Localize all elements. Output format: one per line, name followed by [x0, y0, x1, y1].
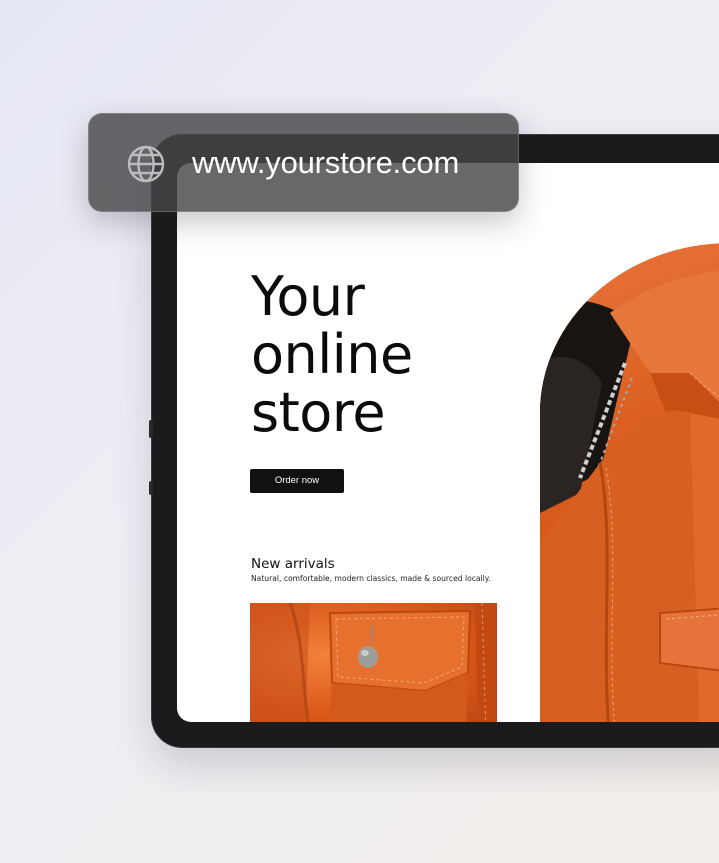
tablet-side-button [149, 481, 153, 495]
globe-icon [127, 145, 165, 183]
tablet-side-button [149, 420, 153, 438]
url-text: www.yourstore.com [192, 145, 460, 180]
hero-title-line: online [251, 323, 413, 386]
new-arrivals-subtitle: Natural, comfortable, modern classics, m… [251, 574, 491, 583]
jacket-pocket-image [250, 603, 497, 722]
product-photo[interactable] [250, 603, 497, 722]
hero-title: Your online store [251, 268, 413, 442]
store-page-screen: Your online store Order now New arrivals… [177, 163, 719, 722]
hero-title-line: store [251, 381, 386, 444]
orange-jacket-model-image [540, 271, 719, 722]
order-now-button[interactable]: Order now [250, 469, 344, 493]
hero-photo [540, 243, 719, 722]
tablet-device: Your online store Order now New arrivals… [149, 135, 719, 747]
hero-title-line: Your [251, 265, 365, 328]
new-arrivals-title: New arrivals [251, 556, 335, 572]
url-bar[interactable]: www.yourstore.com [88, 113, 519, 212]
